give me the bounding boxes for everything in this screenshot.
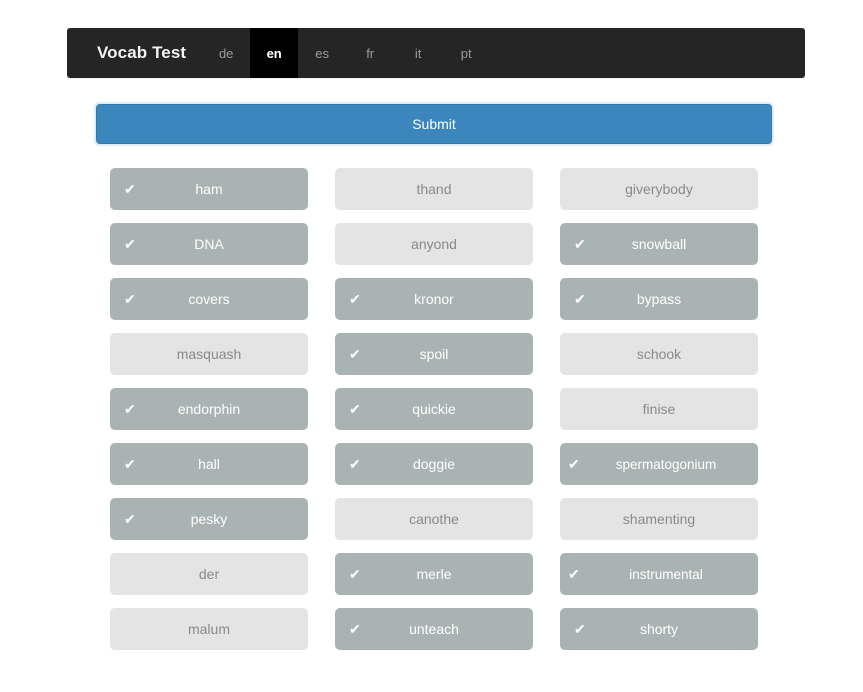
check-icon: ✔ (568, 567, 580, 581)
word-button[interactable]: ✔ merle (335, 553, 533, 595)
word-label: DNA (194, 236, 224, 252)
word-button[interactable]: ✔ doggie (335, 443, 533, 485)
word-button[interactable]: ✔ hall (110, 443, 308, 485)
check-icon: ✔ (349, 292, 361, 306)
check-icon: ✔ (574, 237, 586, 251)
check-icon: ✔ (574, 622, 586, 636)
app-brand: Vocab Test (67, 28, 202, 78)
word-label: unteach (409, 621, 459, 637)
word-button[interactable]: ✔ unteach (335, 608, 533, 650)
check-icon: ✔ (124, 182, 136, 196)
word-column: giverybody ✔ snowball ✔ bypass schook finise ✔ s… (560, 168, 758, 650)
word-label: masquash (177, 346, 242, 362)
word-label: spoil (420, 346, 449, 362)
word-button[interactable]: ✔ pesky (110, 498, 308, 540)
word-button[interactable]: finise (560, 388, 758, 430)
word-button[interactable]: ✔ spoil (335, 333, 533, 375)
word-label: spermatogonium (616, 457, 717, 472)
check-icon: ✔ (124, 457, 136, 471)
word-label: shamenting (623, 511, 695, 527)
word-column: thand anyond ✔ kronor ✔ spoil ✔ quickie ✔ doggie c… (335, 168, 533, 650)
word-label: snowball (632, 236, 686, 252)
word-label: ham (195, 181, 222, 197)
word-label: doggie (413, 456, 455, 472)
word-label: shorty (640, 621, 678, 637)
language-tab-en[interactable]: en (250, 28, 298, 78)
word-button[interactable]: ✔ ham (110, 168, 308, 210)
word-button[interactable]: ✔ endorphin (110, 388, 308, 430)
check-icon: ✔ (349, 402, 361, 416)
word-button[interactable]: shamenting (560, 498, 758, 540)
word-button[interactable]: ✔ instrumental (560, 553, 758, 595)
language-tab-fr[interactable]: fr (346, 28, 394, 78)
language-tab-it[interactable]: it (394, 28, 442, 78)
check-icon: ✔ (568, 457, 580, 471)
word-label: giverybody (625, 181, 693, 197)
submit-button[interactable]: Submit (96, 104, 772, 144)
word-label: pesky (191, 511, 228, 527)
word-button[interactable]: ✔ covers (110, 278, 308, 320)
word-column: ✔ ham ✔ DNA ✔ covers masquash ✔ endorphin ✔ hall ✔ p… (110, 168, 308, 650)
word-label: bypass (637, 291, 681, 307)
word-label: quickie (412, 401, 456, 417)
word-label: instrumental (629, 567, 703, 582)
language-tab-de[interactable]: de (202, 28, 250, 78)
word-button[interactable]: malum (110, 608, 308, 650)
word-button[interactable]: ✔ quickie (335, 388, 533, 430)
word-label: covers (188, 291, 229, 307)
language-tab-es[interactable]: es (298, 28, 346, 78)
word-label: canothe (409, 511, 459, 527)
word-button[interactable]: canothe (335, 498, 533, 540)
word-button[interactable]: thand (335, 168, 533, 210)
word-button[interactable]: ✔ DNA (110, 223, 308, 265)
check-icon: ✔ (124, 237, 136, 251)
word-button[interactable]: anyond (335, 223, 533, 265)
word-button[interactable]: der (110, 553, 308, 595)
word-label: thand (416, 181, 451, 197)
word-label: anyond (411, 236, 457, 252)
word-label: kronor (414, 291, 454, 307)
check-icon: ✔ (124, 292, 136, 306)
word-label: endorphin (178, 401, 240, 417)
word-button[interactable]: ✔ snowball (560, 223, 758, 265)
word-button[interactable]: ✔ bypass (560, 278, 758, 320)
word-label: der (199, 566, 219, 582)
check-icon: ✔ (124, 512, 136, 526)
word-label: merle (416, 566, 451, 582)
word-label: finise (643, 401, 676, 417)
navbar: Vocab Test deenesfritpt (67, 28, 805, 78)
check-icon: ✔ (574, 292, 586, 306)
word-label: malum (188, 621, 230, 637)
language-tabs: deenesfritpt (202, 28, 490, 78)
word-button[interactable]: ✔ spermatogonium (560, 443, 758, 485)
word-button[interactable]: ✔ kronor (335, 278, 533, 320)
check-icon: ✔ (349, 567, 361, 581)
check-icon: ✔ (349, 457, 361, 471)
word-grid: ✔ ham ✔ DNA ✔ covers masquash ✔ endorphin ✔ hall ✔ p… (110, 168, 758, 650)
check-icon: ✔ (349, 622, 361, 636)
word-label: hall (198, 456, 220, 472)
vocab-test-page: Vocab Test deenesfritpt Submit ✔ham✔DNA✔… (0, 0, 863, 692)
check-icon: ✔ (349, 347, 361, 361)
word-button[interactable]: masquash (110, 333, 308, 375)
language-tab-pt[interactable]: pt (442, 28, 490, 78)
word-button[interactable]: schook (560, 333, 758, 375)
word-label: schook (637, 346, 681, 362)
check-icon: ✔ (124, 402, 136, 416)
word-button[interactable]: giverybody (560, 168, 758, 210)
word-button[interactable]: ✔ shorty (560, 608, 758, 650)
